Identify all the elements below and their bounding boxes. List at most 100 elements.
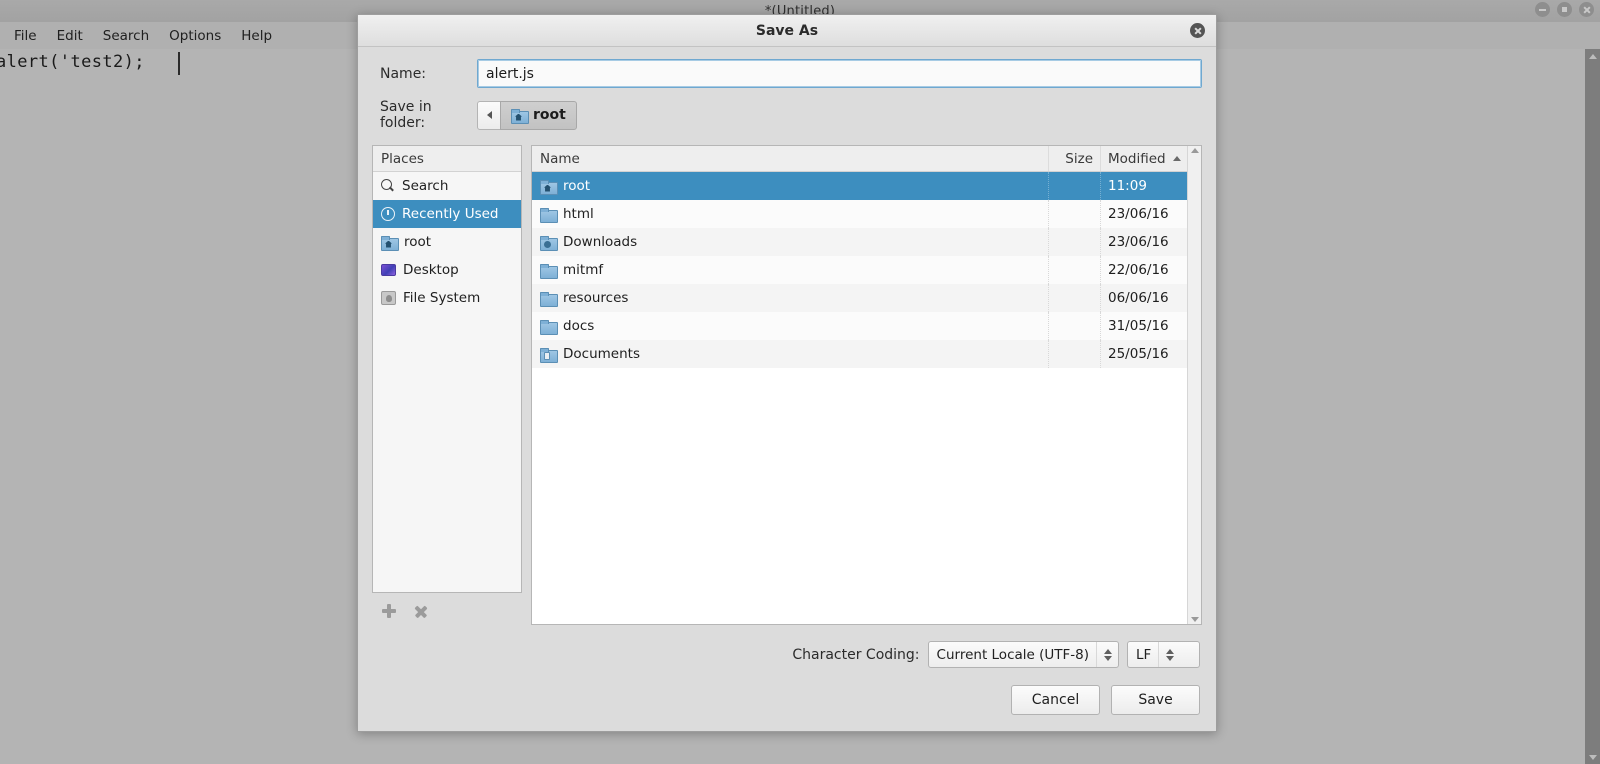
folder-downloads-icon — [540, 235, 558, 251]
folder-home-icon — [540, 179, 558, 195]
table-row[interactable]: Downloads 23/06/16 — [532, 228, 1201, 256]
character-coding-select[interactable]: Current Locale (UTF-8) — [927, 641, 1119, 668]
file-name-cell: html — [532, 200, 1049, 228]
line-ending-value: LF — [1136, 646, 1152, 663]
remove-place-icon[interactable] — [414, 604, 428, 618]
folder-documents-icon — [540, 347, 558, 363]
editor-content: alert('test2); — [0, 52, 145, 72]
file-size-cell — [1049, 312, 1101, 340]
table-row[interactable]: root 11:09 — [532, 172, 1201, 200]
close-icon[interactable] — [1579, 2, 1594, 17]
file-name-label: root — [563, 178, 591, 194]
file-browser: Places Search Recently Used root Desktop… — [372, 145, 1202, 625]
sidebar-item-label: File System — [403, 290, 481, 306]
file-name-label: html — [563, 206, 594, 222]
table-row[interactable]: mitmf 22/06/16 — [532, 256, 1201, 284]
character-coding-label: Character Coding: — [792, 646, 920, 663]
sidebar-item-file-system[interactable]: File System — [373, 284, 521, 312]
file-modified-cell: 22/06/16 — [1108, 262, 1169, 278]
sidebar-item-recently-used[interactable]: Recently Used — [373, 200, 521, 228]
folder-icon — [540, 263, 558, 279]
chevron-updown-icon — [1096, 642, 1118, 667]
dialog-body: Name: Save in folder: root Places Search — [358, 47, 1216, 733]
editor-vertical-scrollbar[interactable] — [1585, 49, 1600, 764]
file-list-rows: root 11:09 html 23/06/16 Downloads 23/06… — [532, 172, 1201, 624]
filesystem-icon — [381, 291, 396, 305]
sidebar-item-label: root — [404, 234, 432, 250]
file-size-cell — [1049, 256, 1101, 284]
menu-edit[interactable]: Edit — [47, 25, 93, 47]
column-header-modified-label: Modified — [1108, 150, 1166, 167]
menu-help[interactable]: Help — [231, 25, 282, 47]
folder-icon — [540, 319, 558, 335]
file-list-pane: Name Size Modified root 11:09 html 23/06… — [531, 145, 1202, 625]
sidebar-item-root[interactable]: root — [373, 228, 521, 256]
file-size-cell — [1049, 284, 1101, 312]
folder-icon — [540, 291, 558, 307]
file-size-cell — [1049, 228, 1101, 256]
file-modified-cell: 23/06/16 — [1108, 206, 1169, 222]
dialog-titlebar: Save As — [358, 15, 1216, 47]
save-button[interactable]: Save — [1111, 685, 1200, 715]
file-list-scrollbar[interactable] — [1187, 146, 1201, 624]
breadcrumb-root[interactable]: root — [500, 100, 577, 130]
file-name-cell: Downloads — [532, 228, 1049, 256]
search-icon — [381, 179, 395, 193]
table-row[interactable]: resources 06/06/16 — [532, 284, 1201, 312]
file-name-cell: root — [532, 172, 1049, 200]
sidebar-item-label: Search — [402, 178, 449, 194]
name-field-row: Name: — [372, 59, 1202, 88]
folder-home-icon — [511, 108, 529, 124]
file-name-label: Documents — [563, 346, 640, 362]
file-name-label: Downloads — [563, 234, 638, 250]
scroll-up-icon[interactable] — [1190, 148, 1199, 153]
column-header-modified[interactable]: Modified — [1101, 146, 1201, 171]
folder-home-icon — [381, 235, 399, 251]
places-list: Places Search Recently Used root Desktop… — [372, 145, 522, 593]
places-header: Places — [373, 146, 521, 172]
file-size-cell — [1049, 200, 1101, 228]
column-header-name[interactable]: Name — [532, 146, 1049, 171]
file-name-cell: resources — [532, 284, 1049, 312]
chevron-updown-icon — [1158, 642, 1180, 667]
window-controls — [1535, 2, 1594, 17]
scroll-down-icon[interactable] — [1585, 750, 1600, 764]
save-in-folder-label: Save in folder: — [380, 99, 432, 131]
menu-file[interactable]: File — [4, 25, 47, 47]
dialog-title: Save As — [755, 22, 819, 39]
line-ending-select[interactable]: LF — [1127, 641, 1200, 668]
table-row[interactable]: docs 31/05/16 — [532, 312, 1201, 340]
table-row[interactable]: html 23/06/16 — [532, 200, 1201, 228]
places-actions — [372, 597, 522, 625]
sidebar-item-search[interactable]: Search — [373, 172, 521, 200]
name-label: Name: — [380, 65, 427, 82]
file-modified-cell: 25/05/16 — [1108, 346, 1169, 362]
file-modified-cell: 06/06/16 — [1108, 290, 1169, 306]
text-caret — [178, 52, 180, 75]
scroll-up-icon[interactable] — [1585, 49, 1600, 63]
cancel-button[interactable]: Cancel — [1011, 685, 1100, 715]
file-name-cell: docs — [532, 312, 1049, 340]
file-modified-cell: 23/06/16 — [1108, 234, 1169, 250]
file-size-cell — [1049, 172, 1101, 200]
table-row[interactable]: Documents 25/05/16 — [532, 340, 1201, 368]
file-name-cell: mitmf — [532, 256, 1049, 284]
maximize-icon[interactable] — [1557, 2, 1572, 17]
minimize-icon[interactable] — [1535, 2, 1550, 17]
encoding-row: Character Coding: Current Locale (UTF-8)… — [372, 641, 1202, 668]
folder-back-button[interactable] — [477, 100, 501, 130]
menu-search[interactable]: Search — [93, 25, 159, 47]
menu-options[interactable]: Options — [159, 25, 231, 47]
places-pane: Places Search Recently Used root Desktop… — [372, 145, 522, 625]
scroll-down-icon[interactable] — [1190, 617, 1199, 622]
column-header-size[interactable]: Size — [1049, 146, 1101, 171]
add-place-icon[interactable] — [382, 604, 396, 618]
sidebar-item-desktop[interactable]: Desktop — [373, 256, 521, 284]
save-as-dialog: Save As Name: Save in folder: root Place… — [357, 14, 1217, 732]
file-modified-cell: 11:09 — [1108, 178, 1147, 194]
filename-input[interactable] — [477, 59, 1202, 88]
folder-icon — [540, 207, 558, 223]
dialog-button-row: Cancel Save — [372, 685, 1202, 715]
dialog-close-icon[interactable] — [1190, 23, 1205, 38]
file-size-cell — [1049, 340, 1101, 368]
